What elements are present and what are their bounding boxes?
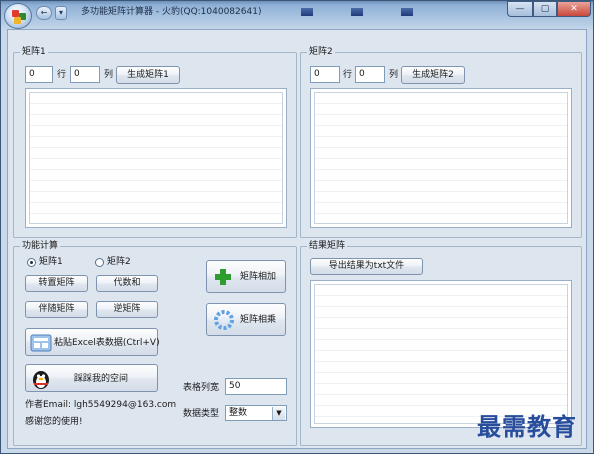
window-title: 多功能矩阵计算器 - 火豹(QQ:1040082641)	[81, 7, 262, 17]
matrix2-rows-input[interactable]: 0	[310, 66, 340, 83]
radio-selected-dot	[30, 261, 33, 264]
result-grid-body	[314, 284, 568, 424]
generate-matrix2-button[interactable]: 生成矩阵2	[401, 66, 465, 84]
client-area: 矩阵1 0 行 0 列 生成矩阵1 矩阵2 0 行 0 列 生成矩阵2 功能计算…	[7, 29, 587, 449]
matrix1-cols-input[interactable]: 0	[70, 66, 100, 83]
spinner-icon	[214, 310, 234, 330]
back-icon[interactable]: ←	[36, 6, 52, 20]
result-grid[interactable]	[310, 280, 572, 428]
matrix2-grid[interactable]	[310, 88, 572, 228]
data-type-label: 数据类型	[183, 409, 220, 419]
close-button[interactable]: ✕	[557, 1, 591, 17]
chevron-down-icon[interactable]: ▼	[272, 407, 285, 420]
matrix2-rows-label: 行	[343, 70, 353, 80]
matrix-add-label: 矩阵相加	[240, 272, 277, 282]
generate-matrix1-button[interactable]: 生成矩阵1	[116, 66, 180, 84]
radio-matrix1-label: 矩阵1	[39, 257, 63, 267]
col-width-input[interactable]: 50	[225, 378, 287, 395]
matrix1-grid[interactable]	[25, 88, 287, 228]
quick-access-dropdown-icon[interactable]: ▾	[55, 6, 67, 20]
data-type-value: 整数	[229, 408, 248, 418]
author-email-text: 作者Email: lgh5549294@163.com	[25, 400, 177, 410]
cofactor-button[interactable]: 代数和	[96, 275, 158, 292]
inverse-button[interactable]: 逆矩阵	[96, 301, 158, 318]
app-logo-block	[12, 10, 19, 17]
matrix2-legend: 矩阵2	[307, 46, 335, 58]
matrix2-cols-input[interactable]: 0	[355, 66, 385, 83]
matrix1-rows-input[interactable]: 0	[25, 66, 53, 83]
matrix1-grid-body	[29, 92, 283, 224]
app-window: ← ▾ 多功能矩阵计算器 - 火豹(QQ:1040082641) — ▢ ✕ 矩…	[0, 0, 594, 454]
functions-legend: 功能计算	[20, 240, 61, 252]
paste-excel-label: 粘贴Excel表数据(Ctrl+V)	[54, 338, 160, 348]
matrix-add-button[interactable]: 矩阵相加	[206, 260, 286, 293]
title-bar: ← ▾ 多功能矩阵计算器 - 火豹(QQ:1040082641) — ▢ ✕	[1, 1, 593, 29]
radio-matrix2[interactable]	[95, 258, 104, 267]
title-decoration	[401, 8, 413, 16]
transpose-button[interactable]: 转置矩阵	[25, 275, 88, 292]
maximize-button[interactable]: ▢	[533, 1, 557, 17]
col-width-label: 表格列宽	[183, 383, 220, 393]
matrix1-rows-label: 行	[57, 70, 67, 80]
matrix-multiply-button[interactable]: 矩阵相乘	[206, 303, 286, 336]
thanks-text: 感谢您的使用!	[25, 417, 83, 427]
matrix1-cols-label: 列	[104, 70, 114, 80]
watermark-text: 最需教育	[477, 412, 577, 441]
radio-matrix1[interactable]	[27, 258, 36, 267]
qq-penguin-icon	[33, 371, 49, 389]
title-decoration	[351, 8, 363, 16]
visit-space-label: 踩踩我的空间	[74, 374, 129, 384]
app-menu-button[interactable]	[4, 3, 32, 29]
matrix2-cols-label: 列	[389, 70, 399, 80]
export-txt-button[interactable]: 导出结果为txt文件	[310, 258, 423, 275]
title-decoration	[301, 8, 313, 16]
minimize-button[interactable]: —	[507, 1, 533, 17]
matrix1-legend: 矩阵1	[20, 46, 48, 58]
radio-matrix2-label: 矩阵2	[107, 257, 131, 267]
adjugate-button[interactable]: 伴随矩阵	[25, 301, 88, 318]
matrix-multiply-label: 矩阵相乘	[240, 315, 277, 325]
plus-icon	[215, 269, 231, 285]
visit-space-button[interactable]: 踩踩我的空间	[25, 364, 158, 392]
matrix2-grid-body	[314, 92, 568, 224]
paste-excel-button[interactable]: 粘贴Excel表数据(Ctrl+V)	[25, 328, 160, 356]
result-legend: 结果矩阵	[307, 240, 348, 252]
excel-icon	[30, 334, 52, 352]
data-type-select[interactable]: 整数 ▼	[225, 405, 287, 421]
app-logo-block	[14, 17, 21, 24]
